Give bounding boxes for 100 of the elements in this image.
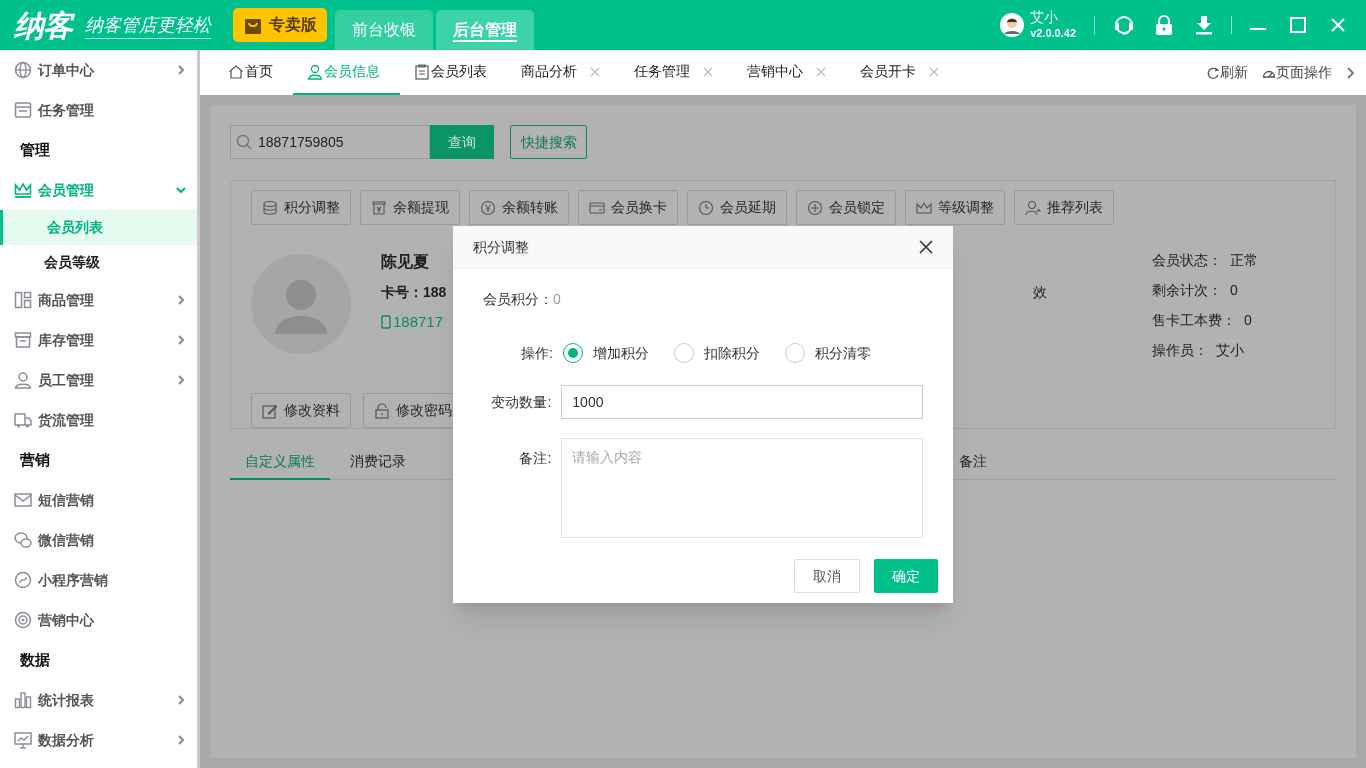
chat-bubbles-icon bbox=[14, 531, 32, 549]
sidebar-item[interactable]: 数据分析 bbox=[0, 720, 197, 760]
detail-tab[interactable]: 备注 bbox=[953, 445, 993, 480]
member-edit-button[interactable]: 修改资料 bbox=[251, 393, 351, 428]
chevron-right-icon bbox=[1346, 66, 1356, 79]
truck-icon bbox=[14, 411, 32, 429]
search-field[interactable]: 18871759805 bbox=[230, 125, 430, 159]
detail-label: 剩余计次： bbox=[1152, 281, 1222, 300]
member-action-button[interactable]: 余额转账 bbox=[469, 190, 569, 225]
search-icon bbox=[236, 134, 252, 150]
bar-chart-icon bbox=[14, 691, 32, 709]
detail-tab[interactable]: 消费记录 bbox=[330, 445, 426, 480]
sidebar-section-title: 营销 bbox=[19, 449, 51, 470]
card-icon bbox=[589, 199, 605, 216]
globe-icon bbox=[14, 61, 32, 79]
page-tab[interactable]: 会员列表 bbox=[400, 50, 507, 95]
tab-action-button[interactable]: 刷新 bbox=[1206, 62, 1248, 83]
detail-label: 售卡工本费： bbox=[1152, 311, 1236, 330]
field-label: 操作: bbox=[520, 343, 554, 363]
sidebar-item[interactable]: 库存管理 bbox=[0, 320, 197, 360]
grid-icon bbox=[14, 291, 32, 309]
receipt-icon bbox=[371, 199, 387, 216]
crown-icon bbox=[14, 181, 32, 199]
radio-option[interactable]: 增加积分 bbox=[563, 342, 649, 364]
tab-action-button[interactable]: 页面操作 bbox=[1262, 62, 1332, 83]
box-icon bbox=[14, 331, 32, 349]
close-icon bbox=[1330, 17, 1346, 33]
card-number: 卡号：188 bbox=[381, 283, 448, 302]
database-icon bbox=[262, 199, 278, 216]
monitor-chart-icon bbox=[14, 731, 32, 749]
radio-option[interactable]: 扣除积分 bbox=[674, 342, 760, 364]
avatar-icon bbox=[1000, 13, 1025, 37]
lock-icon bbox=[1155, 14, 1173, 36]
sidebar-item[interactable]: 订单中心 bbox=[0, 50, 197, 90]
close-icon bbox=[590, 66, 600, 77]
member-action-button[interactable]: 积分调整 bbox=[251, 190, 351, 225]
sidebar-item[interactable]: 微信营销 bbox=[0, 520, 197, 560]
edition-badge: 专卖版 bbox=[232, 8, 327, 42]
person-arrow-icon bbox=[1025, 199, 1041, 216]
detail-value: 艾小 bbox=[1216, 341, 1244, 360]
field-label: 备注: bbox=[518, 449, 553, 468]
close-button[interactable] bbox=[919, 240, 933, 254]
cancel-button[interactable]: 取消 bbox=[794, 559, 860, 593]
person-icon bbox=[14, 371, 32, 389]
member-action-button[interactable]: 会员换卡 bbox=[578, 190, 678, 225]
field-label: 变动数量: bbox=[490, 392, 553, 412]
person-icon bbox=[307, 63, 323, 80]
download-icon bbox=[1195, 15, 1213, 35]
page-tab[interactable]: 商品分析 bbox=[507, 50, 614, 95]
envelope-icon bbox=[14, 491, 32, 509]
page-tab[interactable]: 任务管理 bbox=[620, 50, 727, 95]
member-action-button[interactable]: 等级调整 bbox=[905, 190, 1005, 225]
clipboard-icon bbox=[414, 63, 430, 80]
maximize-icon bbox=[1290, 17, 1306, 33]
slogan: 纳客管店更轻松 bbox=[84, 11, 211, 39]
logo: 纳客 bbox=[14, 7, 73, 44]
member-action-button[interactable]: 推荐列表 bbox=[1014, 190, 1114, 225]
sidebar-item[interactable]: 短信营销 bbox=[0, 480, 197, 520]
sidebar-item[interactable]: 统计报表 bbox=[0, 680, 197, 720]
sidebar-section-title: 数据 bbox=[19, 649, 51, 670]
sidebar-subitem[interactable]: 会员等级 bbox=[0, 245, 197, 280]
headset-icon bbox=[1113, 14, 1135, 36]
radio-button[interactable] bbox=[563, 343, 583, 363]
member-info-text: 效 bbox=[1033, 284, 1047, 300]
page-tab[interactable]: 营销中心 bbox=[733, 50, 840, 95]
sidebar-section-title: 管理 bbox=[19, 139, 51, 160]
member-action-button[interactable]: 余额提现 bbox=[360, 190, 460, 225]
sidebar-item[interactable]: 员工管理 bbox=[0, 360, 197, 400]
sidebar-item[interactable]: 任务管理 bbox=[0, 90, 197, 130]
page-tab[interactable]: 会员开卡 bbox=[846, 50, 953, 95]
member-name: 陈见夏 bbox=[381, 252, 430, 272]
avatar-placeholder-icon bbox=[251, 254, 351, 354]
sidebar-item[interactable]: 货流管理 bbox=[0, 400, 197, 440]
target-icon bbox=[14, 611, 32, 629]
radio-button[interactable] bbox=[785, 343, 805, 363]
member-action-button[interactable]: 会员锁定 bbox=[796, 190, 896, 225]
note-input[interactable]: 请输入内容 bbox=[561, 438, 923, 538]
radio-option[interactable]: 积分清零 bbox=[785, 342, 871, 364]
member-action-button[interactable]: 会员延期 bbox=[687, 190, 787, 225]
phone-number: 188717 bbox=[393, 312, 444, 332]
sidebar-item[interactable]: 商品管理 bbox=[0, 280, 197, 320]
close-icon bbox=[929, 66, 939, 77]
close-icon bbox=[816, 66, 826, 77]
minimize-icon bbox=[1250, 28, 1266, 30]
dialog-title: 积分调整 bbox=[473, 237, 529, 257]
detail-value: 0 bbox=[1244, 311, 1252, 330]
amount-input[interactable]: 1000 bbox=[561, 385, 923, 419]
lock-icon bbox=[374, 402, 390, 419]
radio-button[interactable] bbox=[674, 343, 694, 363]
yen-circle-icon bbox=[480, 199, 496, 216]
page-tab[interactable]: 首页 bbox=[214, 50, 293, 95]
app-version: v2.0.0.42 bbox=[1030, 26, 1076, 41]
sidebar-item[interactable]: 营销中心 bbox=[0, 600, 197, 640]
points-label: 会员积分： bbox=[483, 289, 553, 309]
sidebar-item[interactable]: 小程序营销 bbox=[0, 560, 197, 600]
home-icon bbox=[228, 63, 244, 80]
detail-value: 正常 bbox=[1230, 251, 1258, 270]
points-value: 0 bbox=[553, 289, 561, 309]
detail-label: 会员状态： bbox=[1152, 251, 1222, 270]
clock-icon bbox=[698, 199, 714, 216]
